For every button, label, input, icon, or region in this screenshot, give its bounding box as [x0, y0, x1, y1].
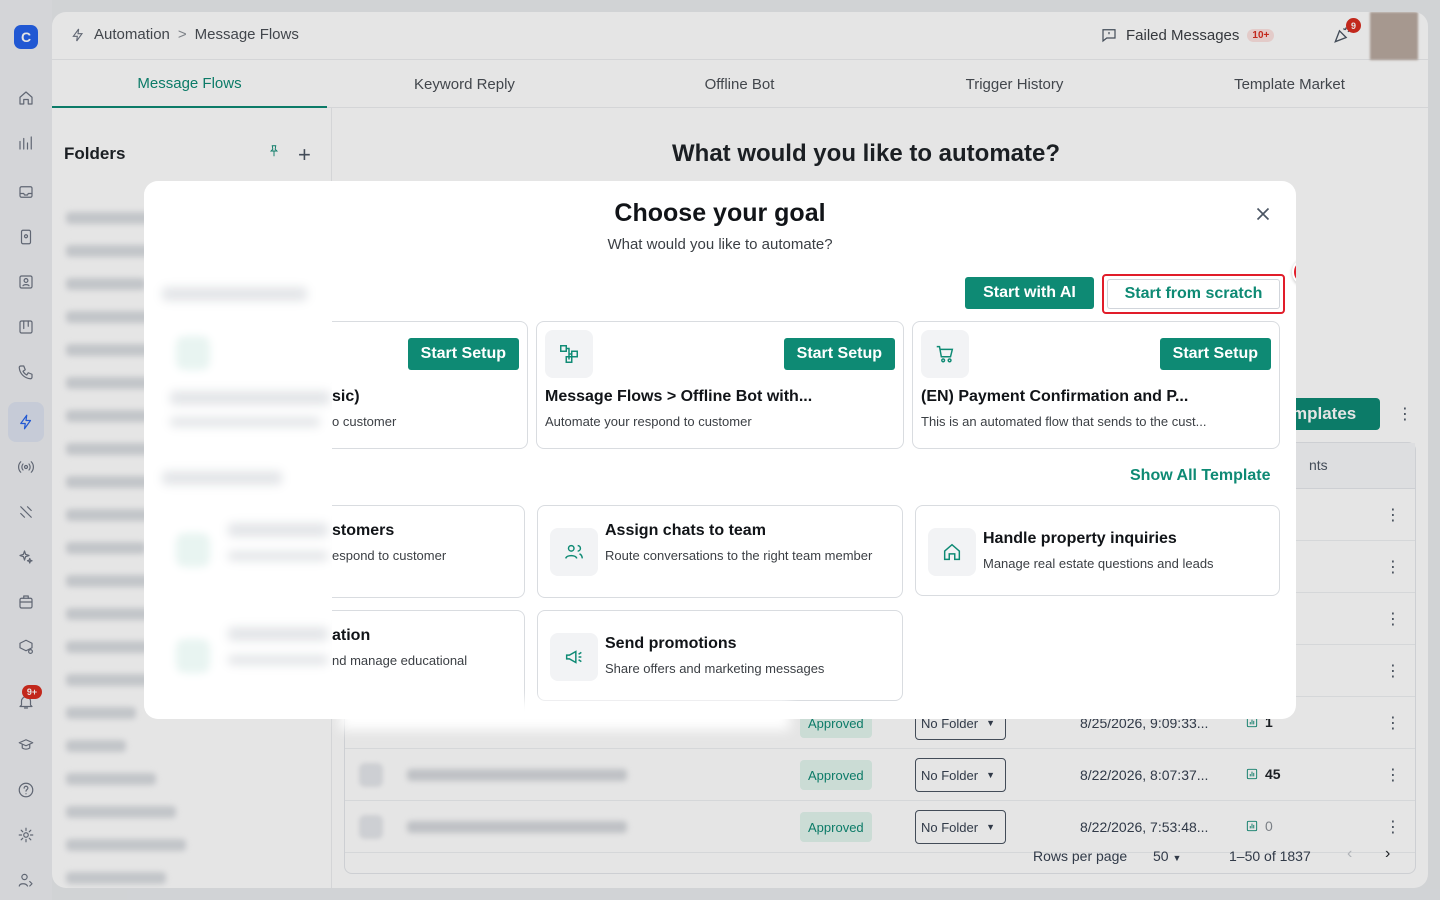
- modal-subtitle: What would you like to automate?: [607, 236, 833, 253]
- start-setup-button[interactable]: Start Setup: [783, 338, 895, 370]
- goal-desc: Manage real estate questions and leads: [983, 556, 1214, 571]
- blurred-heading: [162, 287, 307, 301]
- blurred-desc: [228, 655, 328, 665]
- template-desc: Automate your respond to customer: [545, 414, 752, 429]
- modal-title: Choose your goal: [614, 199, 826, 227]
- megaphone-icon: [550, 633, 598, 681]
- cart-icon: [921, 330, 969, 378]
- goal-desc: nd manage educational: [332, 653, 468, 668]
- goal-desc: espond to customer: [332, 548, 447, 563]
- goal-title: ation: [332, 627, 371, 644]
- template-desc: o customer: [332, 414, 397, 429]
- template-card[interactable]: Start Setup sic) o customer: [332, 321, 528, 449]
- close-icon: [1256, 207, 1270, 221]
- goal-desc: Share offers and marketing messages: [605, 661, 825, 676]
- goal-title: Send promotions: [605, 635, 737, 652]
- show-all-template-link[interactable]: Show All Template: [1130, 467, 1270, 485]
- template-desc: This is an automated flow that sends to …: [921, 414, 1207, 429]
- blurred-icon: [176, 639, 210, 673]
- start-setup-button[interactable]: Start Setup: [1159, 338, 1271, 370]
- step-marker: 2: [1292, 258, 1296, 286]
- template-card[interactable]: Start Setup (EN) Payment Confirmation an…: [912, 321, 1280, 449]
- goal-card[interactable]: stomers espond to customer: [332, 505, 525, 598]
- start-from-scratch-button[interactable]: Start from scratch: [1102, 274, 1285, 314]
- blurred-desc: [170, 417, 320, 427]
- template-title: (EN) Payment Confirmation and P...: [921, 388, 1189, 405]
- flow-icon: [545, 330, 593, 378]
- blurred-icon: [176, 336, 210, 370]
- template-card[interactable]: Start Setup Message Flows > Offline Bot …: [536, 321, 904, 449]
- start-with-ai-button[interactable]: Start with AI: [965, 277, 1094, 309]
- blurred-heading: [162, 471, 282, 485]
- template-title: sic): [332, 388, 360, 405]
- template-title: Message Flows > Offline Bot with...: [545, 388, 813, 405]
- blurred-title: [228, 627, 328, 641]
- scroll-fade: [340, 700, 790, 730]
- goal-desc: Route conversations to the right team me…: [605, 548, 873, 563]
- blurred-panel: [144, 181, 332, 719]
- close-button[interactable]: [1252, 203, 1274, 225]
- blurred-desc: [228, 551, 328, 561]
- start-from-scratch-label: Start from scratch: [1107, 279, 1280, 309]
- goal-title: Assign chats to team: [605, 522, 766, 539]
- goal-title: Handle property inquiries: [983, 530, 1177, 547]
- blurred-title: [228, 523, 328, 537]
- goal-card[interactable]: Assign chats to team Route conversations…: [537, 505, 903, 598]
- goal-card[interactable]: Handle property inquiries Manage real es…: [915, 505, 1280, 596]
- blurred-title: [170, 391, 330, 405]
- goal-card[interactable]: Send promotions Share offers and marketi…: [537, 610, 903, 701]
- house-icon: [928, 528, 976, 576]
- start-setup-button[interactable]: Start Setup: [407, 338, 519, 370]
- goal-title: stomers: [332, 522, 395, 539]
- blurred-icon: [176, 533, 210, 567]
- choose-goal-modal: Choose your goal What would you like to …: [144, 181, 1296, 719]
- team-icon: [550, 528, 598, 576]
